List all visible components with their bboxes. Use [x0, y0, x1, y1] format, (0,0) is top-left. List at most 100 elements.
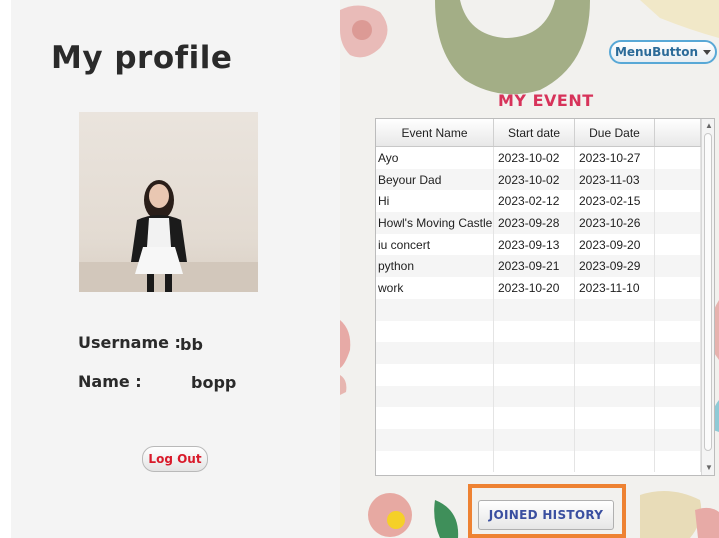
- cell-event-name: work: [376, 277, 494, 299]
- table-row[interactable]: Hi 2023-02-12 2023-02-15: [376, 190, 714, 213]
- cell-start-date: [494, 342, 575, 364]
- table-row[interactable]: [376, 428, 714, 451]
- cell-due-date: 2023-10-26: [575, 212, 655, 234]
- cell-event-name: Howl's Moving Castle: [376, 212, 494, 234]
- cell-filler: [655, 255, 701, 278]
- table-row[interactable]: Beyour Dad 2023-10-02 2023-11-03: [376, 168, 714, 191]
- cell-filler: [655, 320, 701, 343]
- cell-filler: [655, 168, 701, 191]
- page-title: My profile: [51, 40, 233, 76]
- cell-start-date: [494, 428, 575, 451]
- cell-due-date: [575, 298, 655, 321]
- cell-start-date: 2023-02-12: [494, 190, 575, 213]
- cell-event-name: [376, 320, 494, 343]
- scroll-down-icon[interactable]: ▼: [705, 464, 713, 472]
- cell-event-name: [376, 428, 494, 451]
- table-row[interactable]: iu concert 2023-09-13 2023-09-20: [376, 233, 714, 256]
- logout-button[interactable]: Log Out: [142, 446, 208, 472]
- cell-filler: [655, 212, 701, 234]
- cell-due-date: 2023-11-03: [575, 168, 655, 191]
- cell-start-date: 2023-09-28: [494, 212, 575, 234]
- cell-due-date: [575, 363, 655, 386]
- event-table[interactable]: Event Name Start date Due Date Ayo 2023-1…: [375, 118, 715, 476]
- cell-event-name: python: [376, 255, 494, 278]
- cell-start-date: [494, 363, 575, 386]
- profile-photo: [79, 112, 258, 292]
- cell-due-date: [575, 385, 655, 408]
- cell-filler: [655, 298, 701, 321]
- table-row[interactable]: [376, 407, 714, 429]
- table-row[interactable]: [376, 450, 714, 473]
- username-label: Username :: [78, 333, 181, 352]
- person-photo-icon: [79, 180, 258, 292]
- my-event-title: MY EVENT: [498, 91, 594, 110]
- cell-start-date: 2023-10-20: [494, 277, 575, 299]
- table-row[interactable]: work 2023-10-20 2023-11-10: [376, 277, 714, 299]
- column-header-filler: [655, 119, 701, 146]
- table-row[interactable]: [376, 320, 714, 343]
- cell-event-name: [376, 298, 494, 321]
- cell-event-name: [376, 342, 494, 364]
- table-row[interactable]: Ayo 2023-10-02 2023-10-27: [376, 147, 714, 169]
- cell-start-date: 2023-10-02: [494, 168, 575, 191]
- cell-due-date: [575, 320, 655, 343]
- cell-event-name: [376, 385, 494, 408]
- event-panel: MenuButton MY EVENT Event Name Start dat…: [340, 0, 719, 538]
- scroll-up-icon[interactable]: ▲: [705, 122, 713, 130]
- cell-start-date: [494, 320, 575, 343]
- vertical-scrollbar[interactable]: ▲ ▼: [701, 119, 714, 475]
- cell-event-name: Ayo: [376, 147, 494, 169]
- cell-filler: [655, 147, 701, 169]
- table-body: Ayo 2023-10-02 2023-10-27 Beyour Dad 2023-1…: [376, 147, 714, 473]
- menu-button-label: MenuButton: [614, 45, 699, 59]
- cell-event-name: [376, 363, 494, 386]
- column-header-event-name[interactable]: Event Name: [376, 119, 494, 146]
- cell-filler: [655, 277, 701, 299]
- cell-due-date: 2023-09-20: [575, 233, 655, 256]
- cell-filler: [655, 342, 701, 364]
- cell-filler: [655, 407, 701, 429]
- table-header: Event Name Start date Due Date: [376, 119, 714, 147]
- cell-start-date: [494, 450, 575, 473]
- cell-filler: [655, 450, 701, 473]
- cell-event-name: Beyour Dad: [376, 168, 494, 191]
- cell-start-date: 2023-09-21: [494, 255, 575, 278]
- cell-due-date: 2023-02-15: [575, 190, 655, 213]
- cell-due-date: 2023-09-29: [575, 255, 655, 278]
- cell-event-name: [376, 450, 494, 473]
- cell-due-date: [575, 450, 655, 473]
- menu-button[interactable]: MenuButton: [609, 40, 717, 64]
- cell-filler: [655, 428, 701, 451]
- cell-filler: [655, 233, 701, 256]
- cell-filler: [655, 385, 701, 408]
- cell-start-date: [494, 298, 575, 321]
- cell-due-date: [575, 428, 655, 451]
- cell-event-name: [376, 407, 494, 429]
- cell-start-date: 2023-09-13: [494, 233, 575, 256]
- cell-due-date: [575, 407, 655, 429]
- cell-due-date: 2023-11-10: [575, 277, 655, 299]
- scrollbar-thumb[interactable]: [704, 133, 712, 451]
- cell-start-date: [494, 407, 575, 429]
- table-row[interactable]: [376, 342, 714, 364]
- cell-start-date: 2023-10-02: [494, 147, 575, 169]
- table-row[interactable]: Howl's Moving Castle 2023-09-28 2023-10-26: [376, 212, 714, 234]
- profile-panel: My profile Username : bb Name : bopp Log…: [11, 0, 340, 538]
- cell-filler: [655, 363, 701, 386]
- name-label: Name :: [78, 372, 142, 391]
- cell-event-name: iu concert: [376, 233, 494, 256]
- column-header-due-date[interactable]: Due Date: [575, 119, 655, 146]
- chevron-down-icon: [703, 49, 712, 55]
- cell-start-date: [494, 385, 575, 408]
- cell-due-date: [575, 342, 655, 364]
- table-row[interactable]: python 2023-09-21 2023-09-29: [376, 255, 714, 278]
- column-header-start-date[interactable]: Start date: [494, 119, 575, 146]
- window-edge: [0, 0, 11, 538]
- name-value: bopp: [191, 373, 237, 392]
- username-value: bb: [180, 335, 203, 354]
- table-row[interactable]: [376, 298, 714, 321]
- table-row[interactable]: [376, 385, 714, 408]
- joined-history-button[interactable]: JOINED HISTORY: [478, 500, 614, 530]
- table-row[interactable]: [376, 363, 714, 386]
- cell-filler: [655, 190, 701, 213]
